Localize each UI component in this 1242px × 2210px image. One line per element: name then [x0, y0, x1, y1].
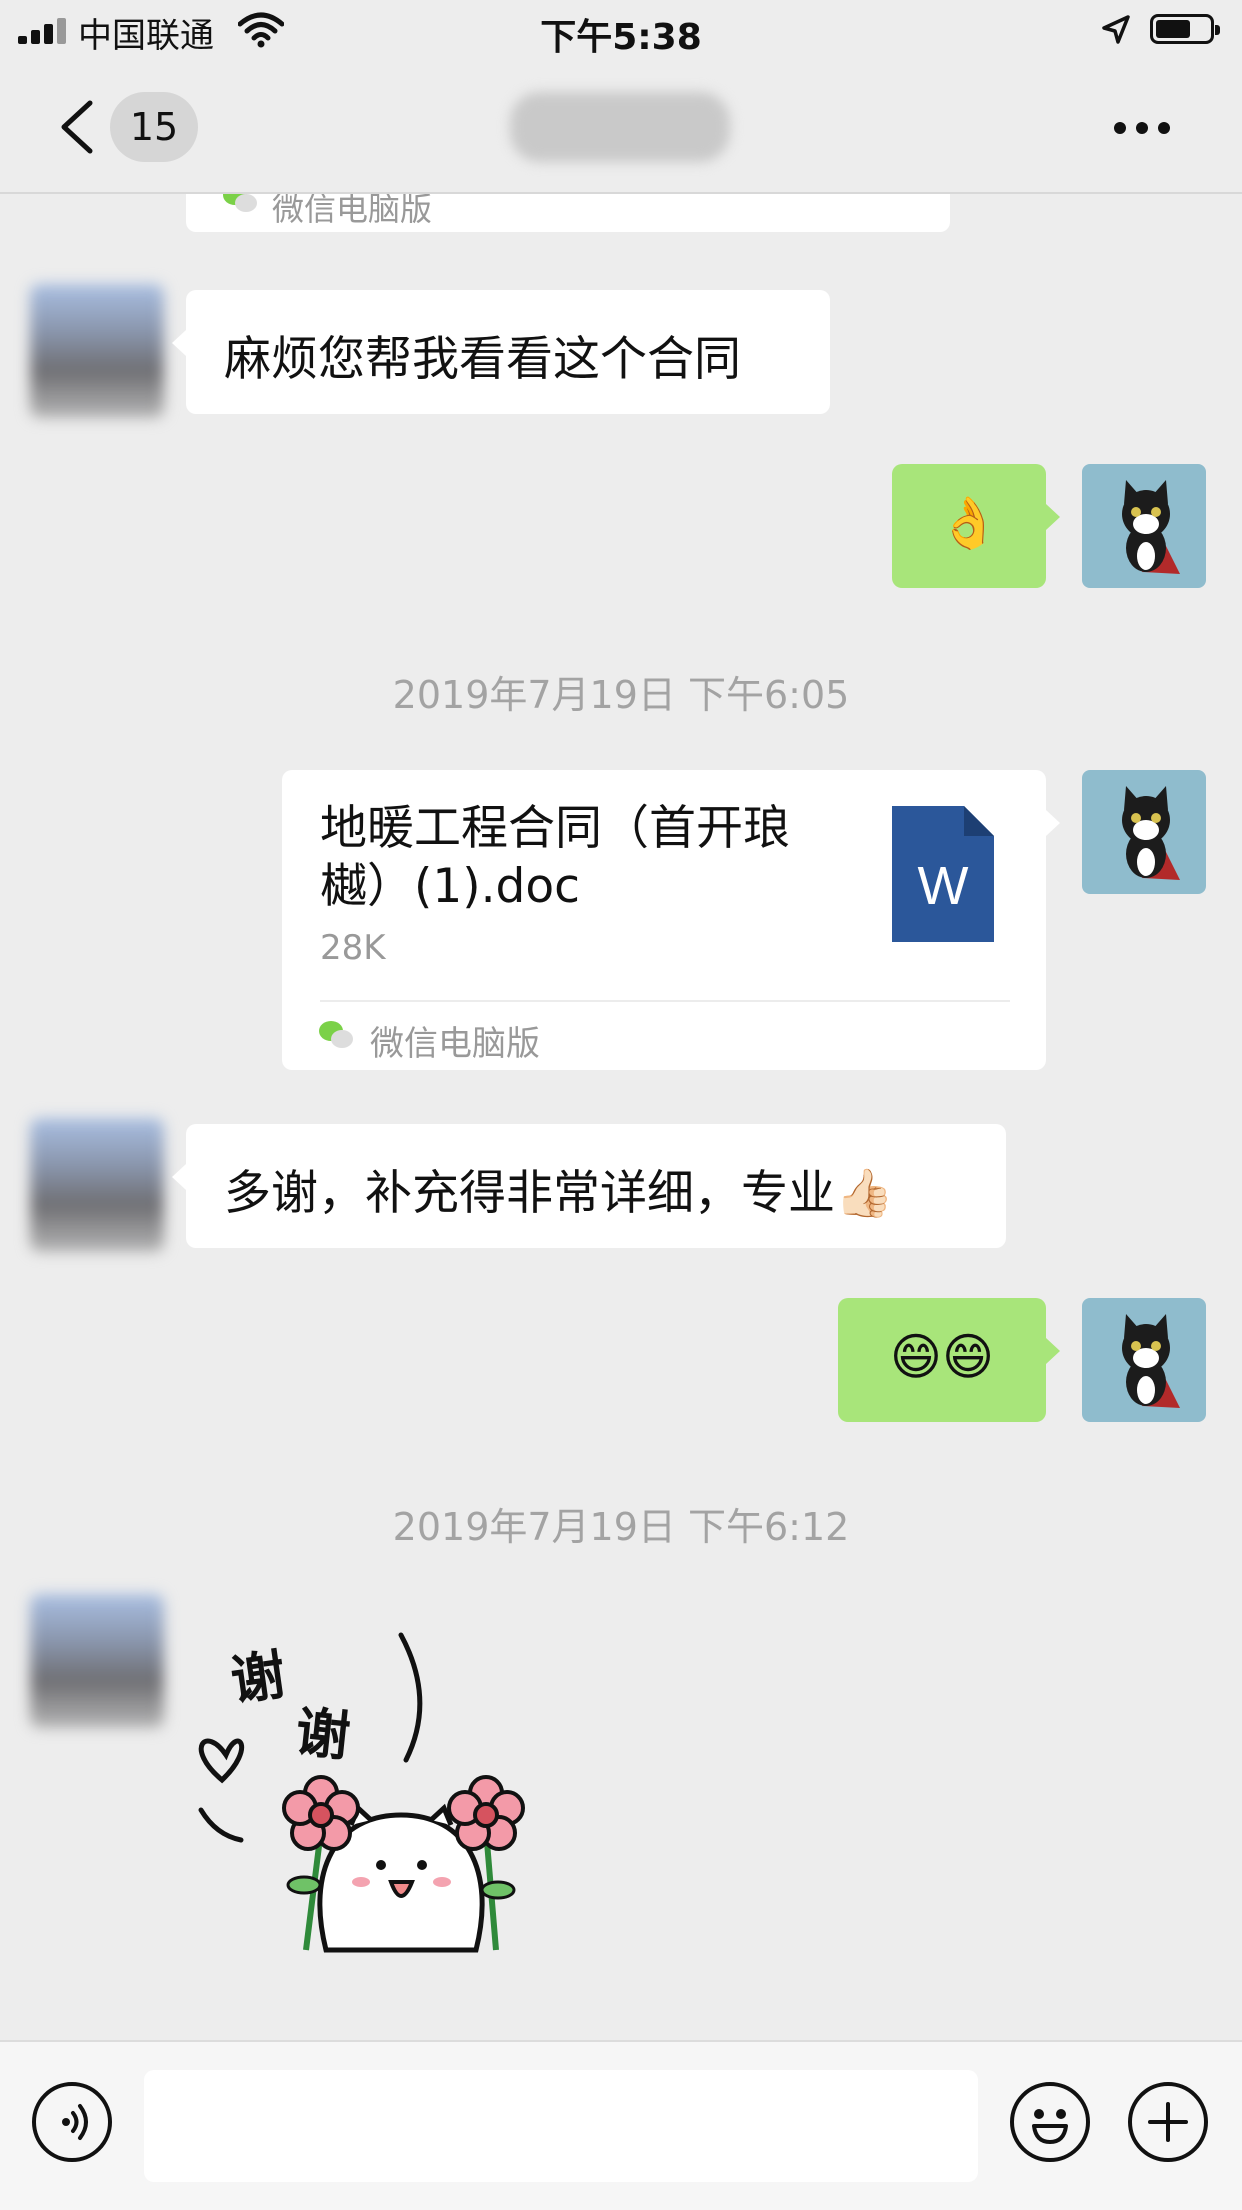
contact-avatar[interactable]	[30, 1594, 164, 1728]
my-avatar[interactable]	[1082, 770, 1206, 894]
plus-icon	[1148, 2102, 1188, 2142]
grinning-emoji: 😄😄	[889, 1328, 995, 1386]
outgoing-message-bubble[interactable]: 👌	[892, 464, 1060, 588]
file-size: 28K	[320, 928, 386, 968]
my-avatar[interactable]	[1082, 1298, 1206, 1422]
message-list[interactable]: 微信电脑版 麻烦您帮我看看这个合同 👌 2019年7月19日 下午6:05 地暖…	[0, 194, 1242, 2038]
svg-text:W: W	[918, 856, 969, 916]
cat-avatar-icon	[1122, 480, 1180, 574]
file-message-bubble[interactable]: 地暖工程合同（首开琅樾）(1).doc 28K W 微信电脑版	[282, 770, 1060, 1070]
sticker-text-2: 谢	[293, 1700, 353, 1768]
thumbs-up-emoji: 👍🏻	[835, 1166, 894, 1221]
incoming-message-bubble[interactable]: 多谢，补充得非常详细，专业👍🏻	[172, 1124, 1006, 1248]
cat-avatar-icon	[1122, 1314, 1180, 1408]
more-options-button[interactable]	[1114, 116, 1174, 140]
back-chevron-icon[interactable]	[52, 97, 102, 157]
location-arrow-icon	[1102, 15, 1130, 44]
message-text: 多谢，补充得非常详细，专业	[224, 1166, 835, 1221]
battery-icon	[1150, 14, 1220, 44]
voice-icon	[62, 2104, 88, 2140]
smiley-icon	[1032, 2109, 1068, 2144]
voice-input-button[interactable]	[32, 2082, 112, 2162]
chat-header: 15	[0, 62, 1242, 194]
incoming-message-bubble[interactable]: 麻烦您帮我看看这个合同	[172, 290, 830, 414]
my-avatar[interactable]	[1082, 464, 1206, 588]
word-doc-icon: W	[892, 806, 994, 942]
wechat-pc-icon	[319, 1021, 353, 1048]
divider	[320, 1000, 1010, 1002]
flower-icon	[447, 1775, 525, 1851]
message-text-input[interactable]	[144, 2070, 978, 2182]
source-label: 微信电脑版	[370, 1024, 540, 1064]
contact-avatar[interactable]	[30, 284, 164, 418]
emoji-button[interactable]	[1010, 2082, 1090, 2162]
source-label: 微信电脑版	[272, 194, 433, 228]
flower-icon	[282, 1775, 360, 1851]
status-bar: 中国联通 下午5:38	[0, 0, 1242, 62]
message-timestamp: 2019年7月19日 下午6:05	[392, 673, 850, 717]
partial-file-bubble[interactable]: 微信电脑版	[186, 194, 950, 232]
file-name: 地暖工程合同（首开琅樾）(1).doc	[320, 801, 790, 914]
ok-hand-emoji: 👌	[937, 494, 1001, 552]
more-actions-button[interactable]	[1128, 2082, 1208, 2162]
message-timestamp: 2019年7月19日 下午6:12	[392, 1505, 850, 1549]
thank-you-sticker[interactable]: 谢 谢	[186, 1620, 556, 1960]
contact-avatar[interactable]	[30, 1118, 164, 1252]
unread-count-badge[interactable]: 15	[110, 92, 198, 162]
sticker-text-1: 谢	[227, 1643, 289, 1713]
status-time: 下午5:38	[540, 17, 702, 58]
message-text: 麻烦您帮我看看这个合同	[224, 332, 741, 387]
message-input-bar	[0, 2040, 1242, 2210]
chat-title-blurred	[510, 92, 730, 162]
cat-avatar-icon	[1122, 786, 1180, 880]
outgoing-message-bubble[interactable]: 😄😄	[838, 1298, 1060, 1422]
wechat-pc-icon	[223, 194, 257, 212]
